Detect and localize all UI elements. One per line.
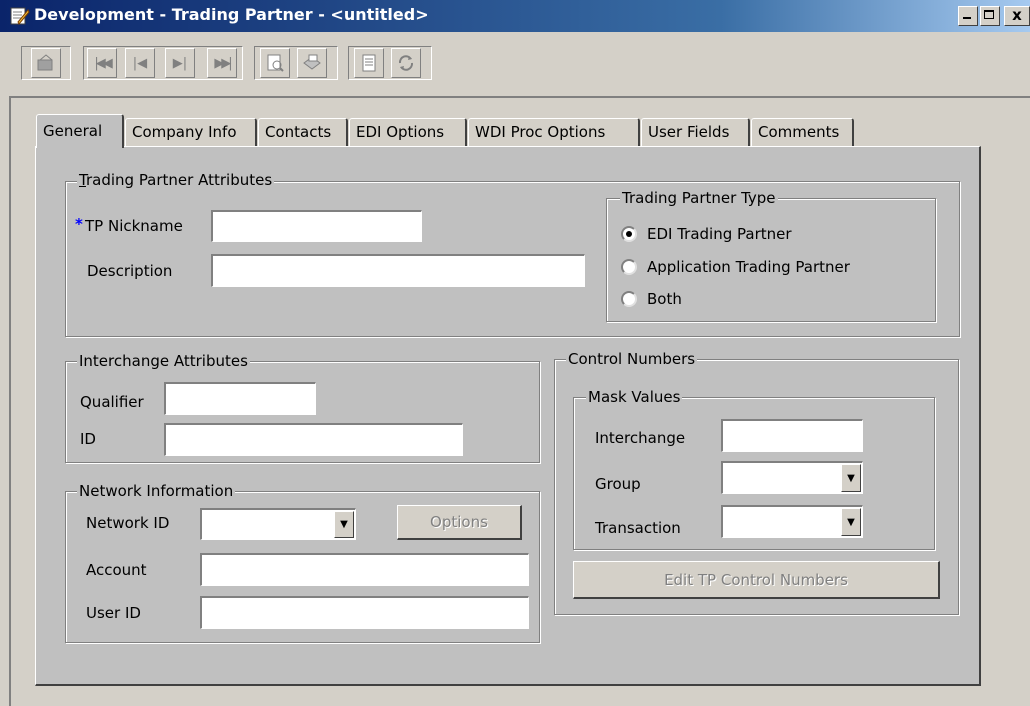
control-numbers-legend: Control Numbers <box>566 350 698 368</box>
next-record-icon: ▶| <box>172 55 188 71</box>
first-record-icon: |◀◀ <box>94 55 112 71</box>
mask-values-legend: Mask Values <box>586 388 683 406</box>
network-id-select[interactable]: ▼ <box>200 508 356 540</box>
previous-record-button[interactable]: |◀ <box>125 48 155 78</box>
transaction-mask-select[interactable]: ▼ <box>721 505 863 538</box>
interchange-id-input[interactable] <box>164 423 463 456</box>
radio-both-label: Both <box>647 290 682 308</box>
account-input[interactable] <box>200 553 529 586</box>
radio-indicator[interactable] <box>621 291 637 307</box>
options-button[interactable]: Options <box>397 505 522 540</box>
user-id-label: User ID <box>86 604 141 622</box>
tab-label: Comments <box>758 123 840 141</box>
chevron-down-icon[interactable]: ▼ <box>334 511 354 538</box>
next-record-button[interactable]: ▶| <box>165 48 195 78</box>
print-button[interactable] <box>297 48 327 78</box>
interchange-mask-label: Interchange <box>595 429 686 447</box>
tab-label: User Fields <box>648 123 730 141</box>
description-label: Description <box>87 262 173 280</box>
user-id-input[interactable] <box>200 596 529 629</box>
interchange-mask-input[interactable] <box>721 419 863 452</box>
app-icon <box>10 7 30 25</box>
print-icon <box>303 54 321 70</box>
description-input[interactable] <box>211 254 585 287</box>
interchange-id-label: ID <box>80 430 96 448</box>
interchange-attributes-legend: Interchange Attributes <box>77 352 250 370</box>
radio-selected-dot <box>626 231 632 237</box>
first-record-button[interactable]: |◀◀ <box>87 48 117 78</box>
notes-icon <box>362 54 376 72</box>
radio-indicator[interactable] <box>621 259 637 275</box>
tp-nickname-label: TP Nickname <box>85 217 183 235</box>
tab-label: Contacts <box>265 123 332 141</box>
minimize-icon <box>963 17 971 19</box>
tab-company-info[interactable]: Company Info <box>125 118 257 147</box>
tab-label: WDI Proc Options <box>475 123 606 141</box>
group-mask-label: Group <box>595 475 641 493</box>
trading-partner-type-legend: Trading Partner Type <box>620 189 778 207</box>
tab-label: Company Info <box>132 123 237 141</box>
account-label: Account <box>86 561 147 579</box>
maximize-button[interactable] <box>980 6 1000 26</box>
tab-edi-options[interactable]: EDI Options <box>349 118 467 147</box>
tab-wdi-proc-options[interactable]: WDI Proc Options <box>468 118 640 147</box>
network-information-legend: Network Information <box>77 482 236 500</box>
print-preview-button[interactable] <box>260 48 290 78</box>
qualifier-label: Qualifier <box>80 393 144 411</box>
close-icon: x <box>1012 6 1022 24</box>
tab-comments[interactable]: Comments <box>751 118 854 147</box>
tab-user-fields[interactable]: User Fields <box>641 118 750 147</box>
tab-label: EDI Options <box>356 123 445 141</box>
transaction-mask-label: Transaction <box>595 519 681 537</box>
last-record-button[interactable]: ▶▶| <box>207 48 237 78</box>
radio-application-trading-partner[interactable] <box>621 259 637 275</box>
radio-both[interactable] <box>621 291 637 307</box>
edit-tp-control-numbers-button[interactable]: Edit TP Control Numbers <box>573 561 940 599</box>
required-marker: * <box>75 215 83 233</box>
window-title: Development - Trading Partner - <untitle… <box>34 5 429 24</box>
last-record-icon: ▶▶| <box>214 55 232 71</box>
tab-general[interactable]: General <box>36 114 124 148</box>
maximize-icon <box>984 10 994 19</box>
refresh-button[interactable] <box>391 48 421 78</box>
exit-button[interactable] <box>31 48 61 78</box>
refresh-icon <box>398 55 414 71</box>
close-button[interactable]: x <box>1004 6 1030 26</box>
minimize-button[interactable] <box>958 6 978 26</box>
network-id-label: Network ID <box>86 514 170 532</box>
chevron-down-icon[interactable]: ▼ <box>841 464 861 492</box>
radio-application-trading-partner-label: Application Trading Partner <box>647 258 850 276</box>
chevron-down-icon[interactable]: ▼ <box>841 508 861 536</box>
qualifier-input[interactable] <box>164 382 316 415</box>
tab-contacts[interactable]: Contacts <box>258 118 348 147</box>
radio-edi-trading-partner[interactable] <box>621 226 637 242</box>
radio-edi-trading-partner-label: EDI Trading Partner <box>647 225 792 243</box>
radio-indicator[interactable] <box>621 226 637 242</box>
previous-record-icon: |◀ <box>132 55 148 71</box>
trading-partner-attributes-legend: Trading Partner Attributes <box>77 171 275 189</box>
tp-nickname-input[interactable] <box>211 210 422 242</box>
group-mask-select[interactable]: ▼ <box>721 461 863 494</box>
print-preview-icon <box>267 54 284 72</box>
tab-label: General <box>43 122 103 140</box>
exit-icon <box>37 54 53 71</box>
notes-button[interactable] <box>354 48 384 78</box>
